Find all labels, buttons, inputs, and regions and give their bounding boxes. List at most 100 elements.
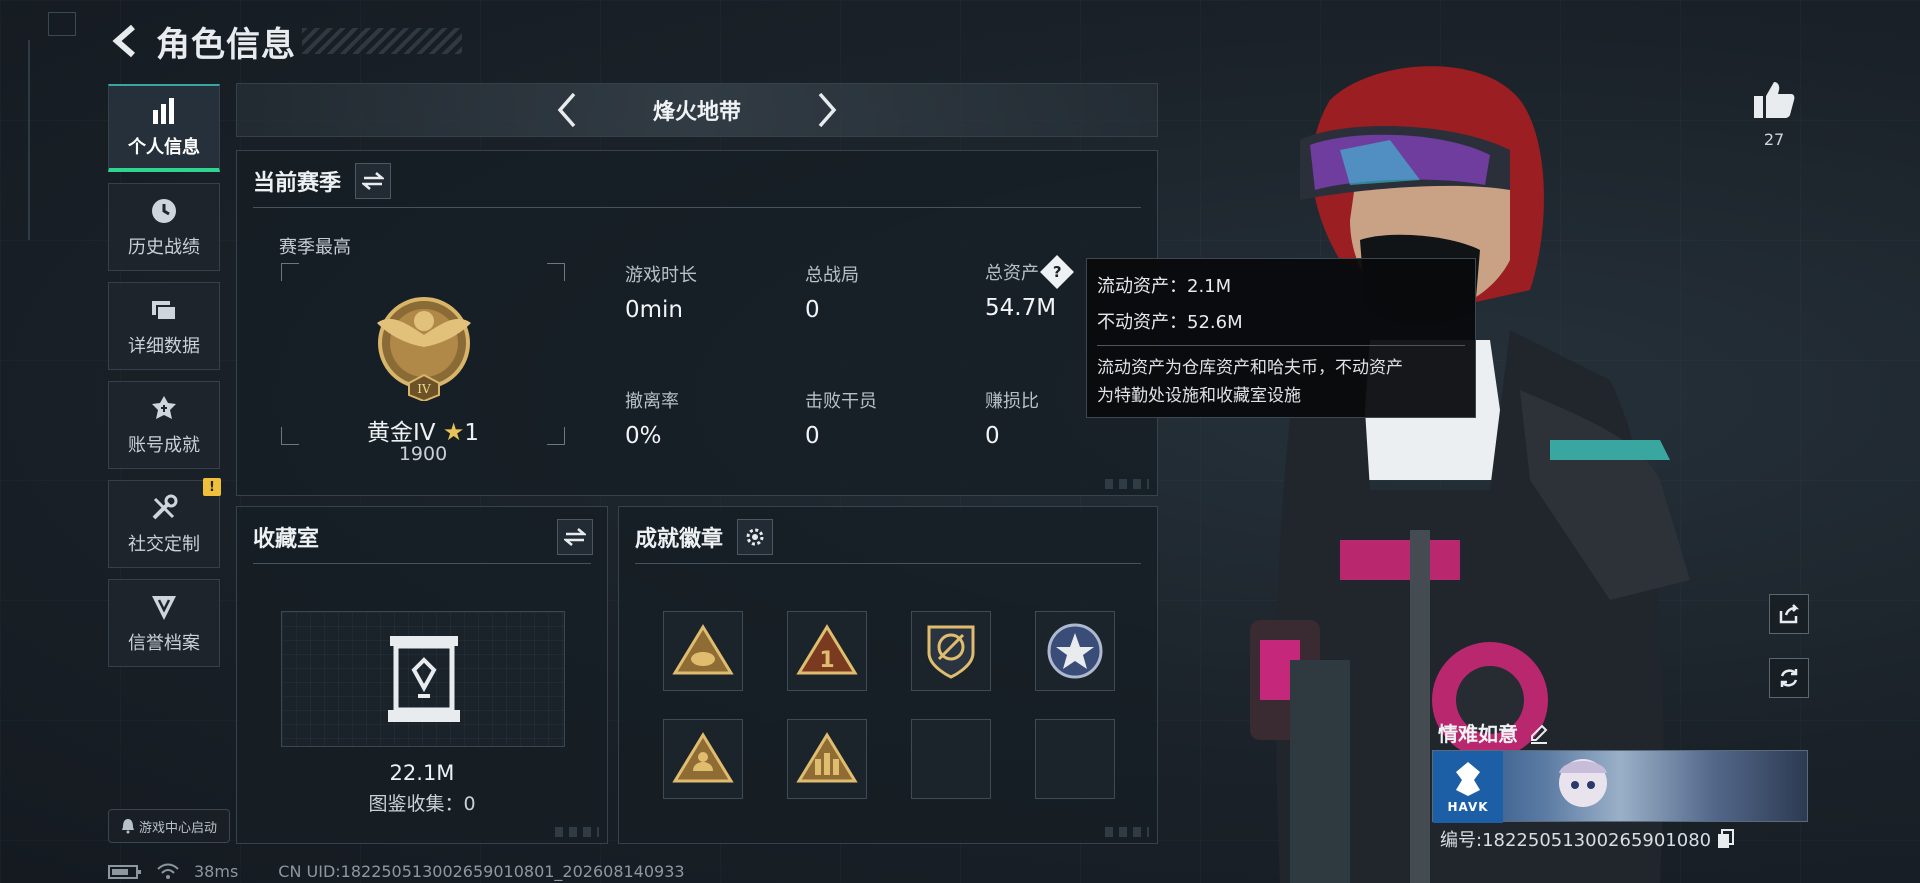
wifi-icon (157, 863, 179, 879)
thumbs-up-icon (1754, 82, 1795, 118)
rank-score: 1900 (398, 443, 448, 465)
stat-total-assets: 总资产 ? 54.7M (985, 255, 1074, 321)
folder-icon (148, 294, 180, 326)
mode-selector: 烽火地带 (236, 83, 1158, 137)
badge-slot[interactable] (911, 611, 991, 691)
season-best-label: 赛季最高 (279, 237, 351, 258)
star-circle-badge-icon (1047, 623, 1103, 679)
header: 角色信息 (108, 18, 462, 65)
tools-icon (148, 492, 180, 524)
refresh-button[interactable] (1769, 658, 1809, 698)
display-case-icon (388, 636, 460, 722)
sidebar-item-social[interactable]: ! 社交定制 (108, 478, 221, 568)
share-button[interactable] (1769, 594, 1809, 634)
uid-text: CN UID:18225051300265901080​1_2026081409… (278, 862, 685, 881)
prev-mode-button[interactable] (547, 90, 587, 130)
next-mode-button[interactable] (807, 90, 847, 130)
collection-count: 图鉴收集：0 (368, 793, 476, 815)
shield-badge-icon (927, 625, 975, 679)
rank-name: 黄金IV ★1 (367, 418, 479, 446)
badge-slot[interactable]: 1 (787, 611, 867, 691)
sidebar-item-achievements[interactable]: 账号成就 (108, 381, 220, 469)
stat-operators-defeated: 击败干员 0 (805, 391, 877, 449)
ping-value: 38ms (194, 862, 239, 881)
game-center-label: 游戏中心启动 (138, 820, 217, 836)
swap-icon (564, 528, 586, 546)
collection-room-preview[interactable] (281, 611, 565, 747)
like-count: 27 (1763, 130, 1785, 149)
corner-decoration (48, 12, 76, 36)
tooltip-description-line: 为特勤处设施和收藏室设施 (1097, 386, 1301, 406)
collection-title: 收藏室 (253, 527, 320, 552)
switch-season-button[interactable] (355, 163, 392, 199)
copy-icon[interactable] (1717, 829, 1735, 849)
stat-profit-ratio: 赚损比 0 (985, 391, 1039, 449)
nickname: 情难如意 (1438, 722, 1518, 746)
clock-icon (148, 195, 180, 227)
sidebar-item-label: 信誉档案 (128, 633, 200, 654)
swap-icon (362, 172, 385, 190)
battery-icon (108, 864, 141, 879)
collection-value: 22.1M (389, 761, 455, 785)
page-title: 角色信息 (156, 24, 296, 65)
sidebar-item-detailed-data[interactable]: 详细数据 (108, 282, 220, 370)
season-panel: 当前赛季 赛季最高 IV 黄金IV ★1 1900 游戏时长 0min 总战局 … (236, 150, 1158, 496)
badge-settings-button[interactable] (737, 519, 774, 555)
status-bar: 38ms CN UID:18225051300265901080​1_20260… (108, 862, 685, 881)
triangle-one-badge-icon: 1 (796, 624, 858, 675)
sidebar-item-reputation[interactable]: 信誉档案 (108, 579, 220, 667)
tooltip-fixed-assets: 不动资产：52.6M (1097, 312, 1243, 333)
edit-pencil-icon[interactable] (1528, 722, 1550, 744)
player-name-card[interactable]: HAVK (1432, 750, 1808, 823)
badge-slot-empty[interactable] (911, 719, 991, 799)
back-arrow-icon (112, 24, 135, 58)
assets-tooltip: 流动资产：2.1M 不动资产：52.6M 流动资产为仓库资产和哈夫币，不动资产 … (1086, 258, 1476, 418)
player-number-row: 编号:18225051300265901080 (1440, 826, 1735, 852)
sidebar-item-label: 历史战绩 (128, 237, 200, 258)
svg-text:IV: IV (417, 382, 431, 396)
warning-badge: ! (203, 478, 221, 496)
sidebar-item-label: 社交定制 (128, 534, 200, 555)
gold-rank-emblem-icon: IV (377, 297, 471, 401)
tooltip-liquid-assets: 流动资产：2.1M (1097, 276, 1232, 297)
edge-decoration (28, 40, 30, 240)
help-icon[interactable]: ? (1040, 255, 1074, 289)
sidebar-item-label: 详细数据 (128, 336, 200, 357)
havk-logo: HAVK (1433, 751, 1503, 823)
like-button[interactable]: 27 (1752, 80, 1796, 149)
back-button[interactable] (108, 21, 144, 61)
chibi-character-art (1559, 759, 1607, 807)
sidebar-item-personal-info[interactable]: 个人信息 (108, 84, 220, 172)
bar-chart-icon (148, 95, 180, 127)
triangle-crest-badge-icon (672, 732, 734, 783)
mode-title: 烽火地带 (652, 100, 741, 125)
badge-slot[interactable] (663, 611, 743, 691)
stat-total-matches: 总战局 0 (805, 265, 859, 323)
sidebar-item-history[interactable]: 历史战绩 (108, 183, 220, 271)
havk-emblem-icon (1456, 762, 1480, 796)
stat-play-time: 游戏时长 0min (625, 265, 697, 323)
shield-emblem-icon (148, 591, 180, 623)
badge-slot[interactable] (787, 719, 867, 799)
bell-icon (121, 819, 134, 834)
chevron-right-icon (818, 92, 837, 128)
badge-slot[interactable] (663, 719, 743, 799)
badge-slot-empty[interactable] (1035, 719, 1115, 799)
share-icon (1779, 604, 1800, 624)
medal-icon (148, 393, 180, 425)
stat-extraction-rate: 撤离率 0% (625, 391, 679, 449)
chevron-left-icon (557, 92, 576, 128)
badge-slot[interactable] (1035, 611, 1115, 691)
tooltip-description-line: 流动资产为仓库资产和哈夫币，不动资产 (1097, 358, 1403, 378)
sidebar: 个人信息 历史战绩 详细数据 账号成就 ! 社交定制 信誉档案 (108, 84, 221, 678)
badges-title: 成就徽章 (635, 527, 724, 552)
game-center-button[interactable]: 游戏中心启动 (108, 809, 230, 843)
switch-collection-button[interactable] (557, 519, 593, 555)
gear-icon (746, 528, 764, 546)
nickname-row: 情难如意 (1438, 718, 1550, 747)
svg-text:1: 1 (819, 648, 834, 673)
triangle-figures-badge-icon (796, 732, 858, 783)
collection-panel: 收藏室 22.1M 图鉴收集：0 (236, 506, 608, 844)
badges-panel: 成就徽章 1 (618, 506, 1158, 844)
refresh-icon (1780, 669, 1798, 687)
